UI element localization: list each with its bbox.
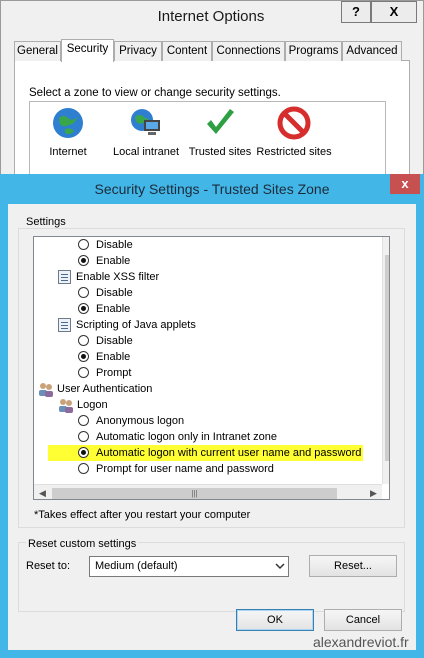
tab-connections[interactable]: Connections <box>212 41 285 61</box>
zone-label: Local intranet <box>112 146 180 158</box>
zone-label: Trusted sites <box>188 146 252 158</box>
reset-level-select[interactable]: Medium (default) <box>89 556 289 577</box>
help-button[interactable]: ? <box>341 1 371 23</box>
horizontal-scrollbar[interactable]: ◀ ||| ▶ <box>34 484 382 499</box>
option-label: Automatic logon with current user name a… <box>96 447 362 459</box>
cancel-button[interactable]: Cancel <box>324 609 402 631</box>
tab-advanced[interactable]: Advanced <box>342 41 402 61</box>
radio-button[interactable] <box>78 335 89 346</box>
scroll-up-icon[interactable]: ▲ <box>383 237 389 254</box>
users-icon <box>39 383 53 397</box>
zone-list: Internet Local intranet Trusted sites Re… <box>29 101 386 175</box>
tree-radio-option[interactable]: Prompt <box>78 365 131 381</box>
settings-label: Settings <box>26 216 66 228</box>
zone-restricted-sites[interactable]: Restricted sites <box>256 104 332 159</box>
tree-radio-option[interactable]: Enable <box>78 253 130 269</box>
tree-radio-option[interactable]: Prompt for user name and password <box>78 461 274 477</box>
setting-label: Enable XSS filter <box>76 271 160 283</box>
checkmark-icon <box>207 109 234 134</box>
tree-radio-option[interactable]: Disable <box>78 237 133 253</box>
setting-icon <box>58 318 71 332</box>
tab-general[interactable]: General <box>14 41 61 61</box>
dialog-body: Settings Disable Enable Enable XSS filte… <box>8 204 416 650</box>
option-label: Prompt for user name and password <box>96 463 274 475</box>
radio-button[interactable] <box>78 287 89 298</box>
radio-button[interactable] <box>78 255 89 266</box>
option-label: Disable <box>96 287 133 299</box>
tree-subcategory-node: Logon <box>58 397 108 413</box>
internet-options-window: Internet Options ? X General Security Pr… <box>0 0 424 181</box>
dialog-title: Security Settings - Trusted Sites Zone <box>94 181 330 197</box>
horizontal-scroll-thumb[interactable]: ||| <box>52 488 337 499</box>
dialog-close-button[interactable]: x <box>390 174 420 194</box>
option-label: Prompt <box>96 367 132 379</box>
intranet-icon <box>131 109 160 135</box>
tree-radio-option[interactable]: Disable <box>78 285 133 301</box>
radio-button[interactable] <box>78 303 89 314</box>
radio-button[interactable] <box>78 367 89 378</box>
reset-group-label: Reset custom settings <box>26 538 139 550</box>
reset-to-label: Reset to: <box>26 560 71 572</box>
radio-button[interactable] <box>78 415 89 426</box>
tree-radio-option[interactable]: Anonymous logon <box>78 413 184 429</box>
reset-groupbox <box>18 542 405 612</box>
option-label: Anonymous logon <box>96 415 185 427</box>
setting-label: Scripting of Java applets <box>76 319 196 331</box>
zone-internet[interactable]: Internet <box>30 104 106 159</box>
option-label: Enable <box>96 303 131 315</box>
zone-label: Internet <box>49 146 87 158</box>
vertical-scroll-thumb[interactable] <box>385 255 389 461</box>
restart-note: *Takes effect after you restart your com… <box>34 509 251 521</box>
reset-button[interactable]: Reset... <box>309 555 397 577</box>
close-button[interactable]: X <box>371 1 417 23</box>
security-settings-dialog: Security Settings - Trusted Sites Zone x… <box>0 174 424 658</box>
subcategory-label: Logon <box>77 399 108 411</box>
scroll-down-icon[interactable]: ▼ <box>383 467 389 484</box>
tree-radio-option[interactable]: Automatic logon only in Intranet zone <box>78 429 277 445</box>
zone-label: Restricted sites <box>256 146 332 158</box>
tab-programs[interactable]: Programs <box>285 41 342 61</box>
zone-prompt: Select a zone to view or change security… <box>29 87 281 99</box>
tree-radio-option[interactable]: Enable <box>78 301 130 317</box>
setting-icon <box>58 270 71 284</box>
option-label: Enable <box>96 255 131 267</box>
option-label: Automatic logon only in Intranet zone <box>96 431 278 443</box>
vertical-scrollbar[interactable]: ▲ ▼ <box>382 237 389 484</box>
tab-security[interactable]: Security <box>61 39 114 62</box>
watermark: alexandreviot.fr <box>313 634 409 650</box>
option-label: Disable <box>96 335 133 347</box>
radio-button[interactable] <box>78 351 89 362</box>
zone-local-intranet[interactable]: Local intranet <box>108 104 184 159</box>
option-label: Enable <box>96 351 131 363</box>
tab-content[interactable]: Content <box>162 41 212 61</box>
ok-button[interactable]: OK <box>236 609 314 631</box>
tree-setting-node: Enable XSS filter <box>58 269 159 285</box>
radio-button[interactable] <box>78 463 89 474</box>
zone-trusted-sites[interactable]: Trusted sites <box>182 104 258 159</box>
internet-options-title: Internet Options <box>157 8 265 25</box>
option-label: Disable <box>96 239 133 251</box>
category-label: User Authentication <box>57 383 153 395</box>
settings-tree[interactable]: Disable Enable Enable XSS filter Disable… <box>33 236 390 500</box>
radio-button[interactable] <box>78 431 89 442</box>
globe-icon <box>53 108 83 138</box>
users-icon <box>59 399 73 413</box>
tree-radio-option[interactable]: Disable <box>78 333 133 349</box>
tree-category-node: User Authentication <box>38 381 152 397</box>
chevron-down-icon <box>275 563 285 570</box>
tree-radio-option-highlighted[interactable]: Automatic logon with current user name a… <box>48 445 363 461</box>
tab-privacy[interactable]: Privacy <box>114 41 162 61</box>
scroll-right-icon[interactable]: ▶ <box>365 485 382 499</box>
restricted-icon <box>277 106 311 140</box>
tree-setting-node: Scripting of Java applets <box>58 317 196 333</box>
radio-button[interactable] <box>78 447 89 458</box>
scroll-left-icon[interactable]: ◀ <box>34 485 51 499</box>
radio-button[interactable] <box>78 239 89 250</box>
tree-radio-option[interactable]: Enable <box>78 349 130 365</box>
reset-level-value: Medium (default) <box>95 560 178 572</box>
